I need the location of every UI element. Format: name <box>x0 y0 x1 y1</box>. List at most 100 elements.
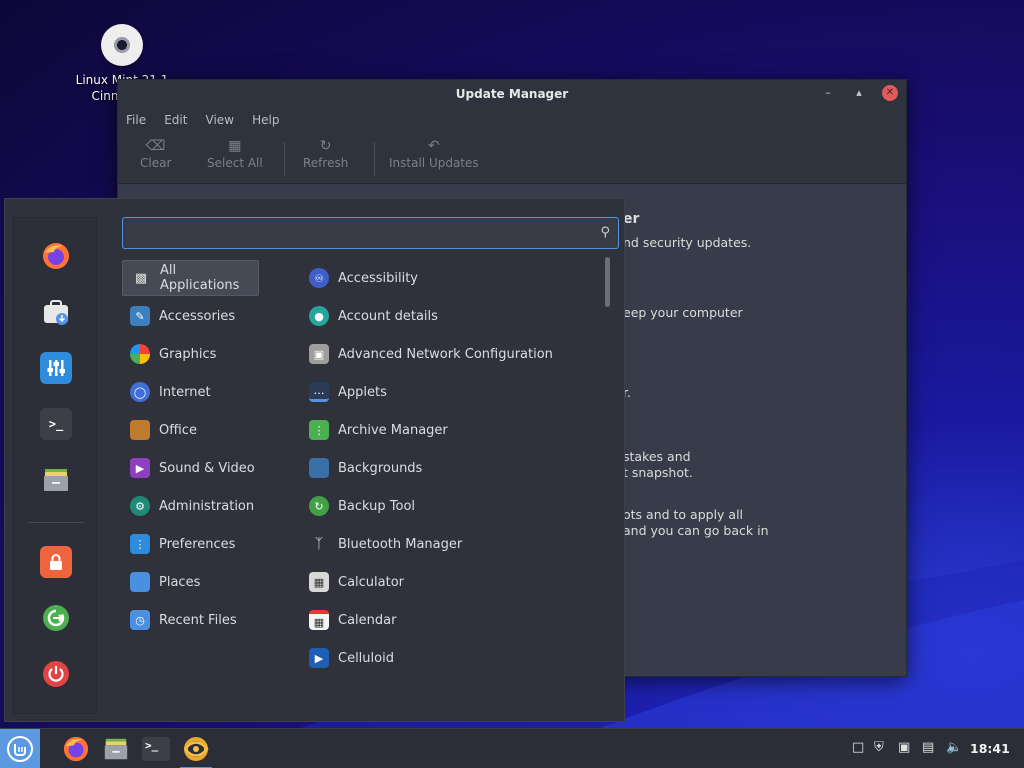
welcome-text: eep your computer <box>623 305 743 320</box>
favorite-firefox[interactable] <box>40 240 72 272</box>
favorite-software-manager[interactable] <box>40 296 72 328</box>
notifications-icon[interactable]: □ <box>852 740 864 755</box>
user-icon: ● <box>309 306 329 326</box>
category-internet[interactable]: ◯ Internet <box>122 374 259 410</box>
refresh-button[interactable]: ↻ Refresh <box>303 136 348 170</box>
favorites-separator <box>28 522 84 523</box>
favorites-sidebar: >_ <box>13 217 97 714</box>
category-graphics[interactable]: Graphics <box>122 336 259 372</box>
menu-help[interactable]: Help <box>252 108 279 132</box>
category-recent-files[interactable]: ◷ Recent Files <box>122 602 259 638</box>
app-backgrounds[interactable]: Backgrounds <box>301 450 601 486</box>
menu-button[interactable] <box>0 729 40 768</box>
window-titlebar[interactable]: Update Manager – ▴ ✕ <box>118 80 906 108</box>
applets-icon: … <box>309 382 329 402</box>
user-applet-icon[interactable]: ▣ <box>898 740 910 755</box>
preferences-icon: ⋮ <box>130 534 150 554</box>
panel-clock[interactable]: 18:41 <box>970 741 1010 756</box>
category-preferences[interactable]: ⋮ Preferences <box>122 526 259 562</box>
clear-button[interactable]: ⌫ Clear <box>140 136 171 170</box>
graphics-icon <box>130 344 150 364</box>
toolbar-separator <box>284 142 285 176</box>
app-list-scrollbar[interactable] <box>605 257 610 307</box>
file-cabinet-icon <box>104 738 128 760</box>
accessibility-icon: ♾ <box>309 268 329 288</box>
app-applets[interactable]: … Applets <box>301 374 601 410</box>
calendar-icon: ▦ <box>309 610 329 630</box>
accessories-icon: ✎ <box>130 306 150 326</box>
category-all-applications[interactable]: ▩ All Applications <box>122 260 259 296</box>
firefox-icon <box>63 736 89 762</box>
toolbar: ⌫ Clear ▦ Select All ↻ Refresh ↶ Install… <box>118 132 906 184</box>
power-icon <box>43 661 69 687</box>
briefcase-icon <box>130 420 150 440</box>
close-button[interactable]: ✕ <box>882 85 898 101</box>
favorite-files[interactable] <box>40 464 72 496</box>
network-icon[interactable]: ▤ <box>922 740 934 755</box>
favorite-terminal[interactable]: >_ <box>40 408 72 440</box>
welcome-text: nd security updates. <box>623 235 752 250</box>
backspace-icon: ⌫ <box>145 138 166 154</box>
app-celluloid[interactable]: ▶ Celluloid <box>301 640 601 676</box>
app-backup-tool[interactable]: ↻ Backup Tool <box>301 488 601 524</box>
menu-view[interactable]: View <box>206 108 234 132</box>
disc-icon <box>101 24 143 66</box>
shield-icon[interactable]: ⛨ <box>874 740 884 755</box>
category-office[interactable]: Office <box>122 412 259 448</box>
category-places[interactable]: Places <box>122 564 259 600</box>
app-calendar[interactable]: ▦ Calendar <box>301 602 601 638</box>
terminal-icon: >_ <box>48 417 64 431</box>
category-accessories[interactable]: ✎ Accessories <box>122 298 259 334</box>
install-updates-button[interactable]: ↶ Install Updates <box>389 136 479 170</box>
welcome-heading: er <box>623 211 640 227</box>
shutdown-button[interactable] <box>40 658 72 690</box>
bottom-panel: >_ □ ⛨ ▣ ▤ 🔈 18:41 <box>0 728 1024 768</box>
menu-search-input[interactable]: ⚲ <box>122 217 619 249</box>
app-account-details[interactable]: ● Account details <box>301 298 601 334</box>
toolbar-separator <box>374 142 375 176</box>
logout-button[interactable] <box>40 602 72 634</box>
archive-icon: ⋮ <box>309 420 329 440</box>
category-administration[interactable]: ⚙ Administration <box>122 488 259 524</box>
refresh-icon: ↻ <box>319 138 332 154</box>
multimedia-icon: ▶ <box>130 458 150 478</box>
app-accessibility[interactable]: ♾ Accessibility <box>301 260 601 296</box>
select-all-icon: ▦ <box>228 138 242 154</box>
welcome-text: ots and to apply all <box>623 507 744 522</box>
system-settings-icon <box>47 360 65 376</box>
bluetooth-icon: ᛉ <box>314 536 324 552</box>
recent-folder-icon: ◷ <box>130 610 150 630</box>
search-icon: ⚲ <box>600 225 610 240</box>
panel-firefox[interactable] <box>60 733 92 765</box>
menu-edit[interactable]: Edit <box>164 108 187 132</box>
app-bluetooth-manager[interactable]: ᛉ Bluetooth Manager <box>301 526 601 562</box>
app-archive-manager[interactable]: ⋮ Archive Manager <box>301 412 601 448</box>
celluloid-icon: ▶ <box>309 648 329 668</box>
menu-file[interactable]: File <box>126 108 146 132</box>
grid-icon: ▩ <box>134 270 148 286</box>
minimize-button[interactable]: – <box>820 85 836 101</box>
panel-update-manager[interactable] <box>180 733 212 768</box>
category-sound-video[interactable]: ▶ Sound & Video <box>122 450 259 486</box>
lock-screen-button[interactable] <box>40 546 72 578</box>
backup-icon: ↻ <box>309 496 329 516</box>
terminal-icon: >_ <box>142 737 170 761</box>
application-menu: >_ ⚲ ▩ All Applications ✎ Accessories Gr… <box>4 198 625 722</box>
app-calculator[interactable]: ▦ Calculator <box>301 564 601 600</box>
menubar: File Edit View Help <box>118 108 906 132</box>
maximize-button[interactable]: ▴ <box>851 85 867 101</box>
firefox-icon <box>43 243 69 269</box>
network-icon: ▣ <box>309 344 329 364</box>
welcome-text: t snapshot. <box>623 465 693 480</box>
select-all-button[interactable]: ▦ Select All <box>207 136 263 170</box>
internet-icon: ◯ <box>130 382 150 402</box>
logout-icon <box>43 605 69 631</box>
update-manager-icon <box>184 737 209 761</box>
favorite-settings[interactable] <box>40 352 72 384</box>
panel-files[interactable] <box>100 733 132 765</box>
volume-icon[interactable]: 🔈 <box>946 740 962 755</box>
panel-terminal[interactable]: >_ <box>140 733 172 765</box>
folder-icon <box>130 572 150 592</box>
backgrounds-icon <box>309 458 329 478</box>
app-advanced-network-configuration[interactable]: ▣ Advanced Network Configuration <box>301 336 601 372</box>
